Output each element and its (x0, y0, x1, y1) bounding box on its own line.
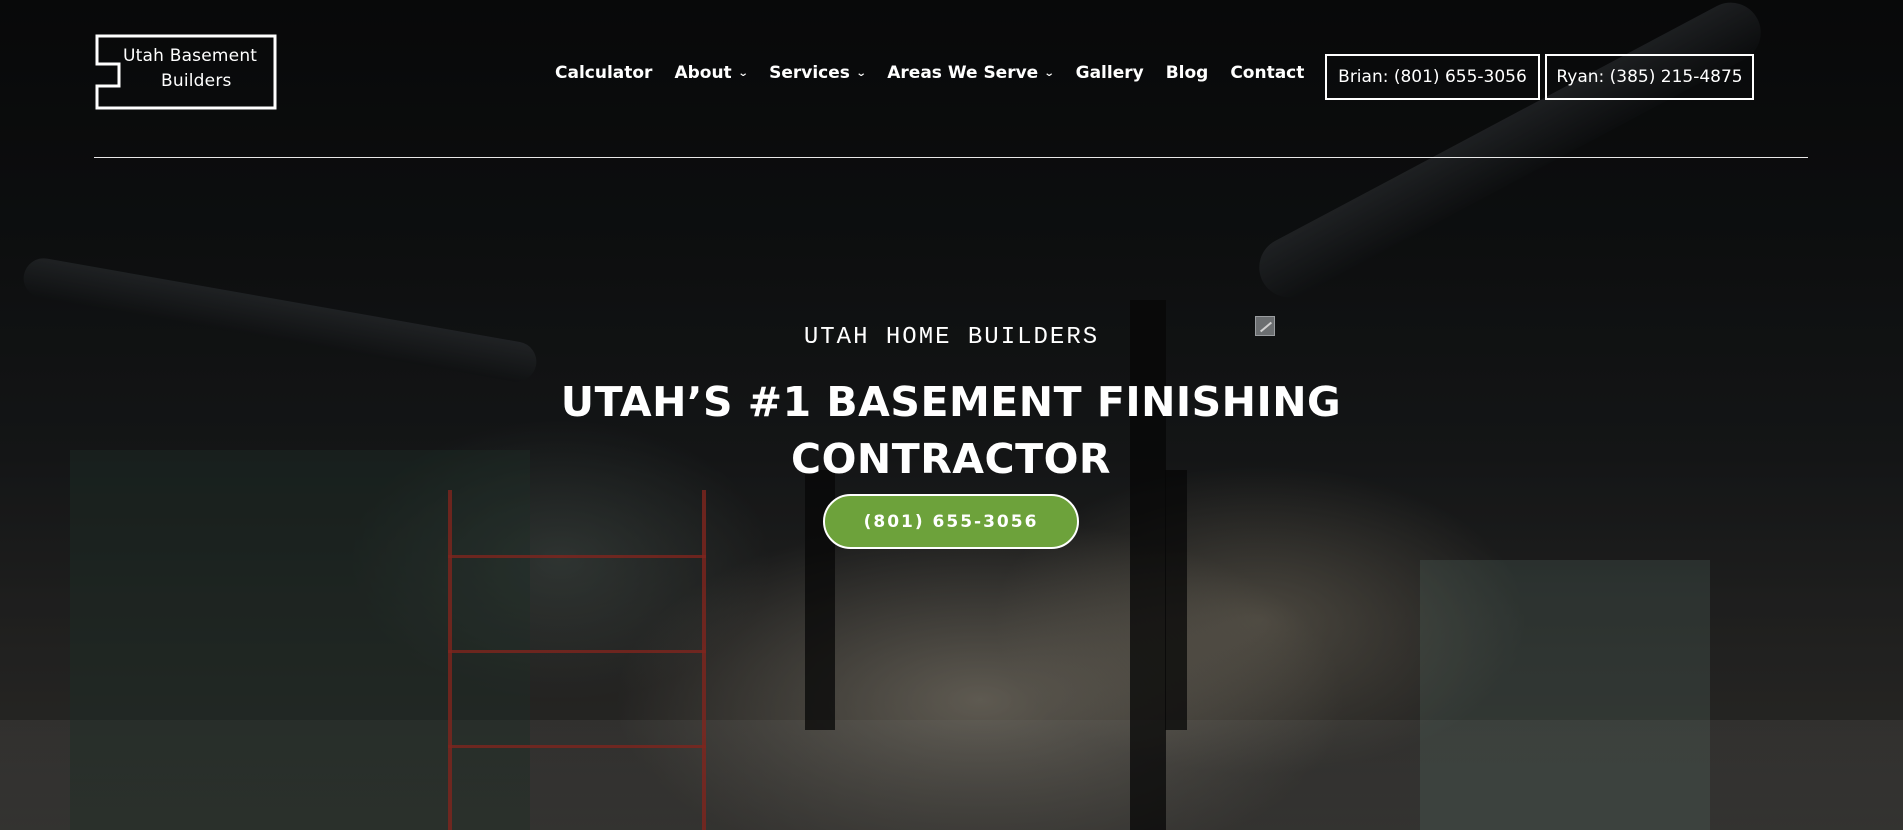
phone-button-ryan[interactable]: Ryan: (385) 215-4875 (1545, 54, 1754, 100)
chevron-down-icon: ⌄ (737, 67, 749, 79)
nav-item-blog[interactable]: Blog (1166, 63, 1209, 83)
nav-item-label: Calculator (555, 63, 653, 83)
nav-item-gallery[interactable]: Gallery (1076, 63, 1144, 83)
site-logo[interactable]: Utah Basement Builders (95, 34, 277, 110)
hero-headline: UTAH’S #1 BASEMENT FINISHING CONTRACTOR (560, 378, 1342, 483)
nav-item-label: Blog (1165, 63, 1209, 83)
nav-item-label: Areas We Serve (887, 63, 1039, 83)
chevron-down-icon: ⌄ (1043, 67, 1055, 79)
hero-section: Utah Basement Builders Calculator About … (0, 0, 1903, 830)
nav-item-areas-we-serve[interactable]: Areas We Serve ⌄ (887, 63, 1055, 83)
nav-item-label: Services (769, 63, 850, 83)
nav-item-services[interactable]: Services ⌄ (769, 63, 867, 83)
nav-item-contact[interactable]: Contact (1230, 63, 1304, 83)
header-divider (94, 157, 1808, 158)
nav-item-calculator[interactable]: Calculator (555, 63, 652, 83)
hero-kicker: UTAH HOME BUILDERS (803, 324, 1100, 351)
nav-item-label: Contact (1230, 63, 1305, 83)
nav-item-label: About (674, 63, 732, 83)
logo-text-line1: Utah Basement (123, 46, 258, 66)
logo-text-line2: Builders (161, 71, 232, 91)
call-now-button[interactable]: (801) 655-3056 (823, 494, 1079, 549)
chevron-down-icon: ⌄ (855, 67, 867, 79)
main-nav: Calculator About ⌄ Services ⌄ Areas We S… (555, 61, 1326, 85)
phone-button-brian[interactable]: Brian: (801) 655-3056 (1325, 54, 1540, 100)
nav-item-about[interactable]: About ⌄ (674, 63, 749, 83)
nav-item-label: Gallery (1075, 63, 1144, 83)
